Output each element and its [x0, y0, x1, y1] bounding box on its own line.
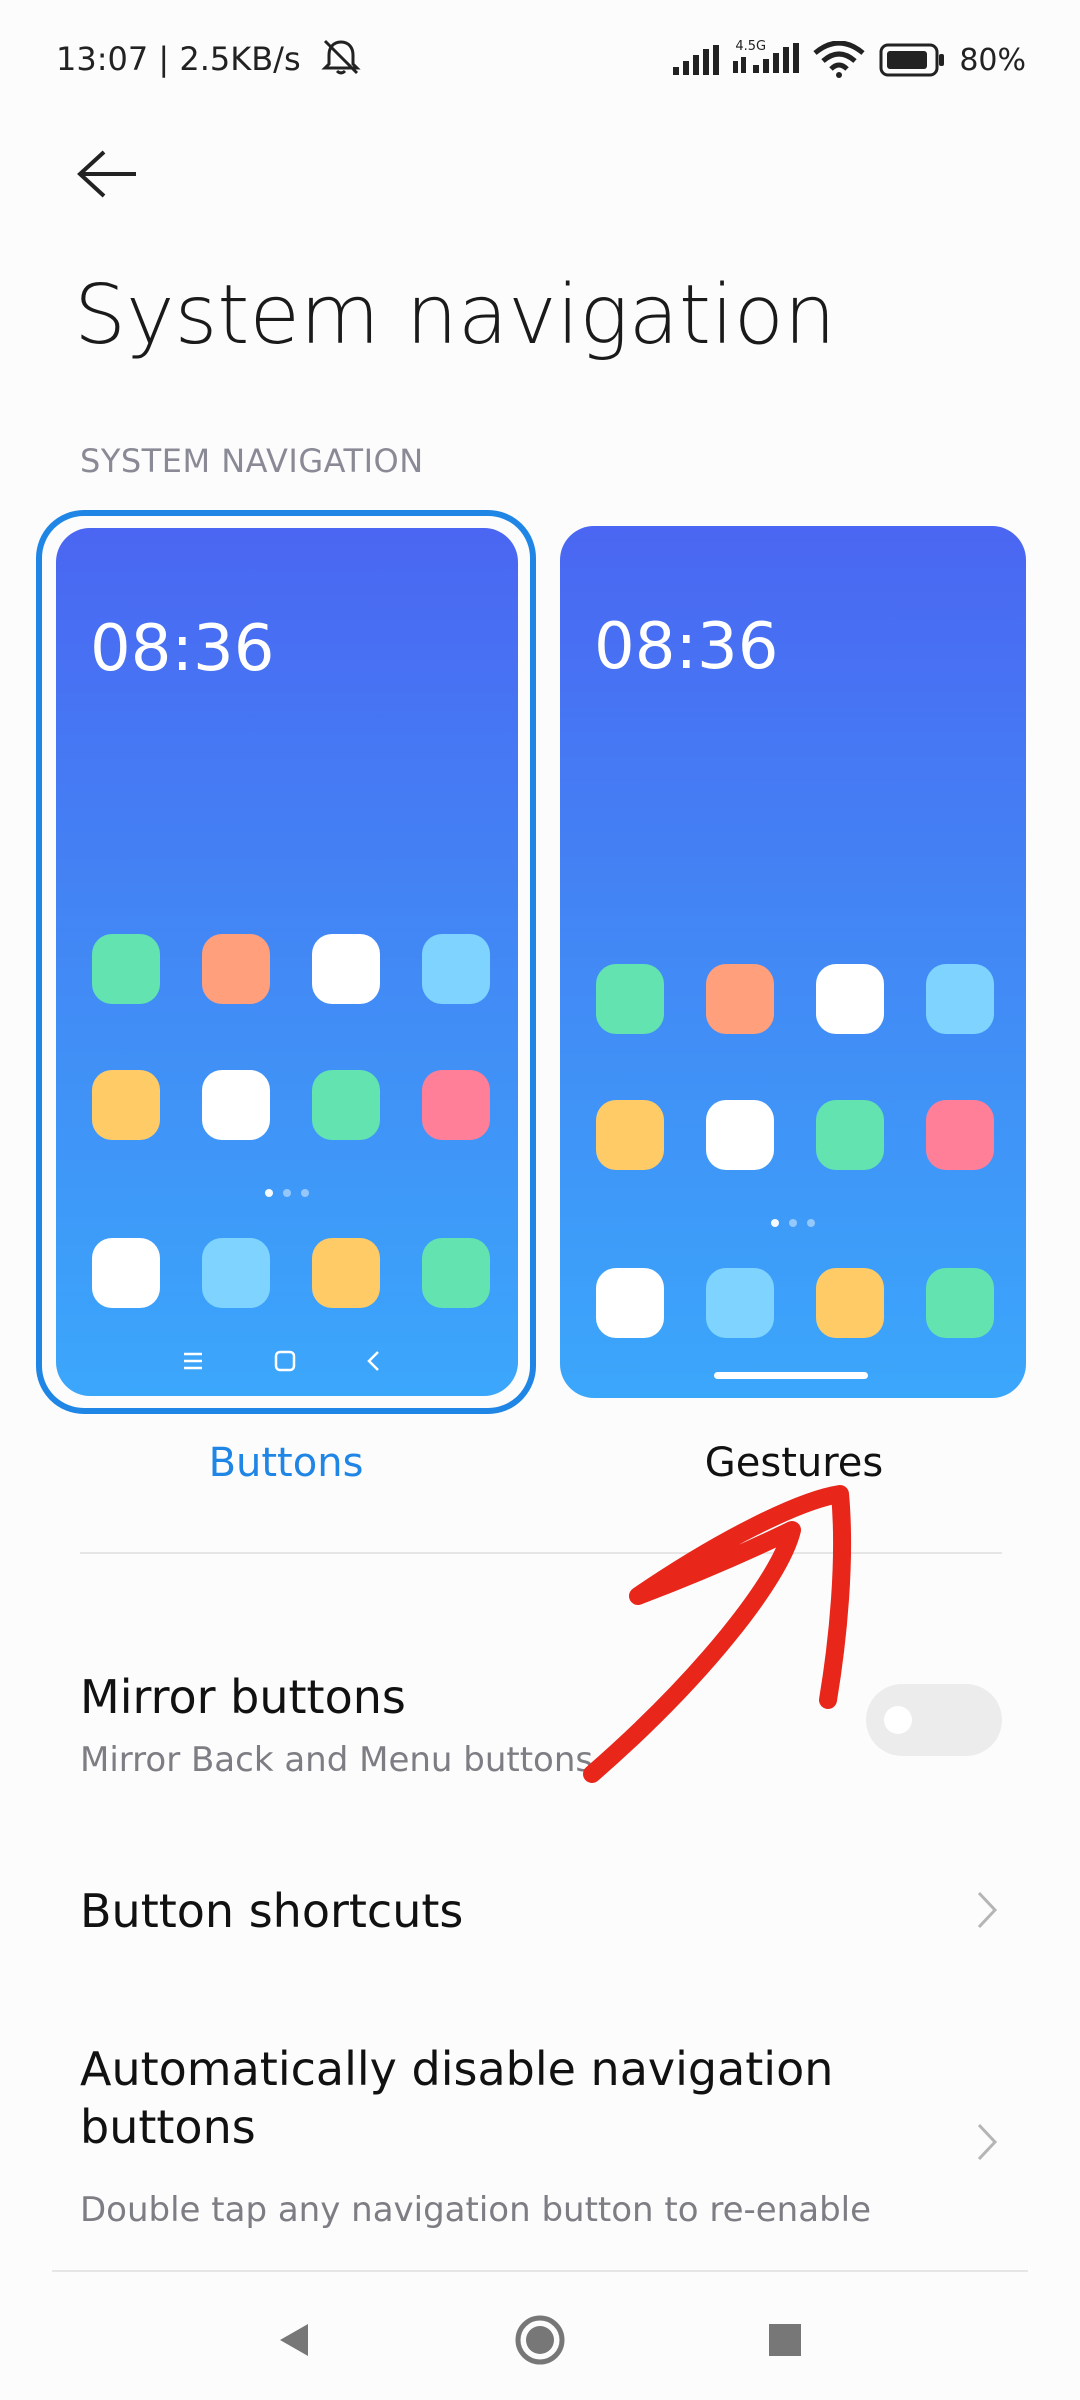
page-title: System navigation — [74, 268, 836, 363]
time-and-speed: 13:07 | 2.5KB/s — [56, 40, 301, 78]
battery-percent: 80% — [959, 42, 1026, 78]
app-icon — [202, 1070, 270, 1140]
system-nav-bar — [0, 2290, 1080, 2400]
home-circle-icon[interactable] — [490, 2290, 590, 2390]
preview-clock: 08:36 — [594, 610, 779, 684]
mini-nav-buttons — [184, 1350, 379, 1372]
recents-square-icon[interactable] — [735, 2290, 835, 2390]
app-icon — [422, 1238, 490, 1308]
setting-title: Button shortcuts — [80, 1884, 464, 1938]
setting-title: Mirror buttons — [80, 1670, 406, 1724]
nav-divider — [52, 2270, 1028, 2272]
setting-title: Automatically disable navigation buttons — [80, 2042, 834, 2154]
mirror-buttons-toggle[interactable] — [866, 1684, 1002, 1756]
section-label: SYSTEM NAVIGATION — [80, 442, 424, 480]
button-shortcuts-row[interactable]: Button shortcuts — [0, 1860, 1080, 1960]
setting-subtitle: Mirror Back and Menu buttons — [80, 1740, 594, 1780]
app-grid — [92, 934, 492, 1140]
page-dots — [56, 1182, 518, 1201]
app-icon — [92, 1238, 160, 1308]
gestures-preview: 08:36 — [560, 526, 1026, 1398]
signal-icon — [673, 45, 720, 75]
app-icon — [926, 1100, 994, 1170]
auto-disable-row[interactable]: Automatically disable navigation buttons… — [0, 2040, 1080, 2240]
chevron-right-icon — [977, 2123, 998, 2161]
app-icon — [706, 964, 774, 1034]
app-icon — [816, 1268, 884, 1338]
app-icon — [596, 964, 664, 1034]
back-chevron-icon — [367, 1351, 379, 1371]
page-dots — [560, 1212, 1026, 1231]
app-icon — [312, 1238, 380, 1308]
setting-subtitle: Double tap any navigation button to re-e… — [80, 2190, 872, 2230]
app-icon — [926, 964, 994, 1034]
mute-icon — [321, 39, 361, 75]
app-icon — [312, 934, 380, 1004]
app-icon — [202, 934, 270, 1004]
app-icon — [816, 964, 884, 1034]
dock-row — [596, 1268, 996, 1338]
app-icon — [92, 934, 160, 1004]
status-left: 13:07 | 2.5KB/s — [56, 38, 363, 78]
app-icon — [926, 1268, 994, 1338]
app-icon — [816, 1100, 884, 1170]
home-square-icon — [274, 1350, 296, 1372]
network-type: 4.5G — [735, 39, 767, 54]
app-icon — [92, 1070, 160, 1140]
app-icon — [422, 934, 490, 1004]
back-arrow-icon[interactable] — [76, 148, 140, 200]
app-icon — [422, 1070, 490, 1140]
signal-4-5g-icon: 4.5G — [733, 39, 800, 77]
app-icon — [706, 1100, 774, 1170]
buttons-preview: 08:36 — [56, 528, 518, 1396]
chevron-right-icon — [977, 1891, 998, 1929]
option-label-buttons[interactable]: Buttons — [36, 1440, 536, 1486]
toggle-knob — [884, 1706, 912, 1734]
app-icon — [706, 1268, 774, 1338]
app-icon — [596, 1268, 664, 1338]
status-bar: 13:07 | 2.5KB/s 4.5G 80% — [0, 0, 1080, 120]
app-icon — [312, 1070, 380, 1140]
dock-row — [92, 1238, 492, 1308]
option-label-gestures[interactable]: Gestures — [544, 1440, 1044, 1486]
preview-clock: 08:36 — [90, 612, 275, 686]
battery-icon — [879, 43, 945, 77]
app-icon — [596, 1100, 664, 1170]
app-grid — [596, 964, 996, 1170]
gesture-bar — [714, 1372, 868, 1379]
back-triangle-icon[interactable] — [244, 2290, 344, 2390]
app-icon — [202, 1238, 270, 1308]
status-right: 4.5G 80% — [673, 38, 1026, 82]
divider — [80, 1552, 1002, 1554]
wifi-icon — [813, 41, 865, 78]
menu-icon — [184, 1352, 202, 1370]
